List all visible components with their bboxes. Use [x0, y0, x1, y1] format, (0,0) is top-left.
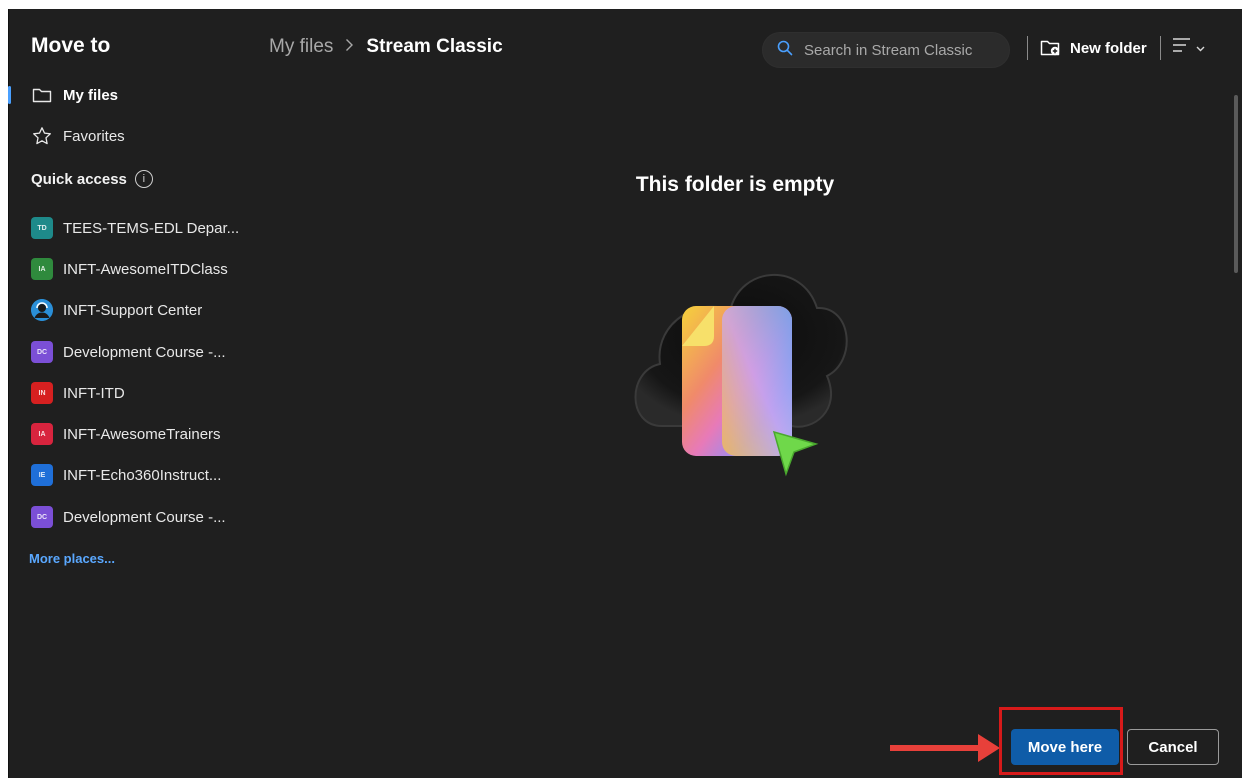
breadcrumb-root[interactable]: My files [269, 36, 333, 58]
folder-icon [31, 84, 53, 106]
quick-access-item[interactable]: IE INFT-Echo360Instruct... [31, 463, 221, 487]
info-icon[interactable]: i [134, 170, 153, 188]
site-logo-icon: IA [31, 423, 53, 445]
site-logo-icon: IA [31, 258, 53, 280]
site-logo-icon: DC [31, 341, 53, 363]
quick-access-item[interactable]: INFT-Support Center [31, 298, 202, 322]
quick-access-item-label: INFT-Echo360Instruct... [63, 466, 222, 484]
empty-folder-message: This folder is empty [635, 173, 835, 196]
empty-folder-illustration [622, 236, 852, 491]
quick-access-item-label: INFT-AwesomeTrainers [63, 425, 221, 443]
search-box[interactable] [762, 32, 1010, 68]
arrow-right-icon [886, 728, 1006, 773]
highlight-box [999, 707, 1123, 775]
quick-access-heading: Quick access i [31, 170, 153, 188]
sidebar-item-label: Favorites [63, 127, 125, 145]
search-input[interactable] [802, 40, 1006, 60]
support-avatar-icon [31, 299, 53, 321]
toolbar-divider [1027, 36, 1028, 60]
quick-access-item[interactable]: IN INFT-ITD [31, 381, 125, 405]
star-icon [31, 125, 53, 147]
quick-access-item[interactable]: IA INFT-AwesomeITDClass [31, 257, 228, 281]
quick-access-item[interactable]: DC Development Course -... [31, 505, 226, 529]
site-logo-icon: IE [31, 464, 53, 486]
list-view-icon [1172, 37, 1192, 58]
selection-indicator [8, 86, 11, 104]
site-logo-icon: DC [31, 506, 53, 528]
new-folder-icon [1040, 38, 1062, 58]
dialog-title: Move to [31, 34, 111, 57]
site-logo-icon: TD [31, 217, 53, 239]
search-icon [777, 40, 793, 61]
view-options-button[interactable] [1172, 37, 1205, 58]
quick-access-label: Quick access [31, 170, 127, 188]
quick-access-item[interactable]: DC Development Course -... [31, 340, 226, 364]
quick-access-item[interactable]: TD TEES-TEMS-EDL Depar... [31, 216, 239, 240]
site-logo-icon: IN [31, 382, 53, 404]
breadcrumb-current: Stream Classic [366, 36, 503, 57]
quick-access-item-label: INFT-AwesomeITDClass [63, 260, 228, 278]
more-places-link[interactable]: More places... [29, 551, 115, 566]
sidebar-item-my-files[interactable]: My files [31, 81, 118, 109]
sidebar-item-label: My files [63, 86, 119, 104]
quick-access-item-label: TEES-TEMS-EDL Depar... [63, 219, 240, 237]
quick-access-item[interactable]: IA INFT-AwesomeTrainers [31, 422, 221, 446]
new-folder-button[interactable]: New folder [1040, 36, 1147, 60]
new-folder-label: New folder [1070, 39, 1147, 57]
cancel-button[interactable]: Cancel [1127, 729, 1219, 765]
breadcrumb: My files Stream Classic [269, 36, 503, 58]
toolbar-divider [1160, 36, 1161, 60]
quick-access-item-label: Development Course -... [63, 508, 226, 526]
quick-access-item-label: INFT-ITD [63, 384, 125, 402]
scrollbar[interactable] [1234, 95, 1238, 273]
quick-access-item-label: Development Course -... [63, 343, 226, 361]
quick-access-item-label: INFT-Support Center [63, 301, 203, 319]
sidebar-item-favorites[interactable]: Favorites [31, 122, 125, 150]
chevron-down-icon [1196, 39, 1205, 57]
chevron-right-icon [345, 38, 354, 57]
